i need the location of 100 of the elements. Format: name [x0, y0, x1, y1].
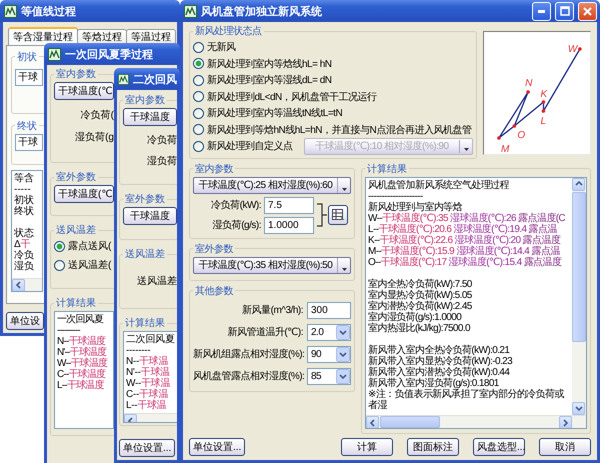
dropdown-button[interactable]: 干球温度 — [123, 108, 177, 126]
result-line: 新风带入室内全热冷负荷(kW):0.21 — [368, 344, 510, 356]
radio-label: 送风温差( — [68, 259, 112, 272]
dialog-button[interactable]: 计算 — [341, 438, 393, 456]
maximize-button[interactable] — [555, 2, 574, 20]
input-field[interactable]: 7.5 — [264, 196, 314, 214]
scrollbar[interactable] — [366, 415, 586, 428]
dropdown-button[interactable]: 干球温度(℃):35 相对湿度(%):50 — [193, 256, 351, 274]
result-line: C--干球温度 — [57, 369, 106, 380]
combo-box[interactable]: 90 — [307, 346, 351, 362]
group-label: 终状 — [16, 120, 38, 133]
result-line: 新风带入室内湿负荷(g/s):0.1801 — [368, 378, 500, 388]
chevron-left-icon — [368, 418, 376, 426]
input-field[interactable]: 1.0000 — [264, 216, 314, 234]
combo-box[interactable]: 85 — [307, 368, 351, 384]
dialog-button[interactable]: 风盘选型... — [473, 438, 525, 456]
group-label: 初状 — [16, 50, 38, 64]
dropdown-button[interactable]: 干球温度(℃ — [54, 82, 114, 100]
group-label: 其他参数 — [194, 284, 234, 298]
result-line: N'--干球温 — [126, 367, 171, 378]
group-label: 室内参数 — [194, 162, 234, 176]
point-label: W — [568, 44, 578, 55]
scroll-down-button[interactable] — [572, 402, 585, 415]
radio-button[interactable] — [54, 260, 65, 270]
radio-button[interactable] — [193, 108, 204, 119]
unit-settings-button[interactable]: 单位设置... — [189, 438, 246, 456]
caret-icon — [342, 268, 346, 270]
scrollbar-thumb[interactable] — [572, 192, 586, 342]
radio-button[interactable] — [54, 240, 65, 252]
maximize-icon — [560, 6, 570, 16]
result-line: O--干球温度(℃):17 湿球温度(℃):15.4 露点温度 — [368, 256, 562, 268]
table-icon — [332, 208, 344, 222]
result-line: 湿负 — [14, 260, 35, 272]
result-line: 室内显热冷负荷(kW):5.05 — [368, 290, 473, 300]
point-label: N — [525, 78, 532, 89]
radio-button[interactable] — [193, 124, 204, 136]
caret-icon — [342, 188, 346, 190]
unit-settings-button[interactable]: 单位设 — [6, 312, 44, 330]
scrollbar[interactable] — [572, 178, 586, 415]
scrollbar-thumb[interactable] — [380, 416, 440, 428]
result-line: 新风带入室内显热冷负荷(kW):-0.23 — [368, 356, 514, 366]
group-label: 室外参数 — [124, 192, 166, 206]
dropdown-button[interactable]: 干球温度(℃):25 相对湿度(%):60 — [193, 176, 351, 194]
bracket-icon — [317, 203, 327, 227]
point-marker — [497, 136, 501, 140]
caret-icon — [464, 148, 468, 151]
minimize-button[interactable] — [532, 2, 551, 20]
result-line: N--干球温 — [126, 356, 170, 367]
result-line: 室内潜热冷负荷(kW):2.45 — [368, 300, 473, 312]
window-title: 一次回风夏季过程 — [65, 48, 154, 62]
app-icon — [48, 48, 61, 60]
close-button[interactable] — [578, 2, 597, 20]
input-field[interactable]: 干球 — [15, 68, 43, 86]
result-line: N--干球温度 — [57, 336, 106, 347]
group-label: 计算结果 — [55, 296, 97, 310]
tab[interactable]: 等焓过程 — [77, 28, 127, 45]
radio-button[interactable] — [193, 140, 204, 152]
window-title: 二次回风 — [133, 72, 177, 86]
radio-button[interactable] — [193, 42, 204, 53]
radio-button[interactable] — [193, 58, 204, 70]
point-label: O — [517, 130, 526, 141]
radio-button[interactable] — [193, 74, 204, 86]
combo-box[interactable]: 2.0 — [307, 324, 351, 340]
dropdown-button[interactable]: 干球温度(℃ — [54, 185, 114, 203]
scroll-left-button[interactable] — [366, 416, 379, 428]
result-line: C--干球温 — [126, 389, 170, 400]
group-label: 室外参数 — [55, 170, 97, 184]
dialog-button[interactable]: 图面标注 — [407, 438, 459, 456]
result-line: 冷负 — [14, 250, 35, 261]
radio-label: 新风处理到室内等温线tN线tL=tN — [207, 106, 342, 120]
scroll-left-button[interactable] — [12, 278, 25, 291]
point-label: L — [540, 116, 546, 127]
app-icon — [184, 4, 197, 18]
input-field[interactable]: 干球 — [15, 134, 43, 151]
group-label: 送风温差 — [124, 248, 166, 261]
result-line: ※注：负值表示新风承担了室内部分的冷负荷或者湿 — [368, 388, 565, 410]
result-line: W--干球温度 — [57, 358, 108, 369]
scroll-up-button[interactable] — [572, 178, 585, 190]
result-line: --------- — [57, 325, 80, 336]
field-label: 新风机组露点相对湿度(%): — [193, 348, 303, 361]
field-label: 新风量(m^3/h): — [241, 304, 303, 317]
dropdown-button[interactable]: 干球温度 — [123, 207, 177, 225]
group-label: 室外参数 — [194, 242, 234, 256]
result-line: -------- — [126, 345, 150, 356]
tab[interactable]: 等温过程 — [126, 28, 176, 45]
unit-settings-button[interactable]: 单位设置... — [119, 439, 176, 457]
point-marker — [526, 90, 530, 94]
dialog-button[interactable]: 取消 — [539, 438, 591, 456]
tab[interactable]: 等含湿量过程 — [8, 26, 78, 45]
chevron-left-icon — [14, 281, 22, 290]
result-line: 室内热湿比(kJ/kg):7500.0 — [368, 322, 472, 334]
result-line: 新风处理到与室内等焓 — [368, 202, 462, 212]
scroll-right-button[interactable] — [559, 416, 572, 428]
result-line: 终状 — [14, 206, 35, 217]
field-label: 湿负荷(g/s): — [212, 218, 261, 232]
calc-button[interactable] — [328, 205, 348, 225]
radio-button[interactable] — [193, 91, 204, 102]
result-line: L--干球温度 — [57, 380, 105, 391]
input-field[interactable]: 300 — [307, 302, 351, 318]
window-title: 风机盘管加独立新风系统 — [201, 4, 323, 18]
